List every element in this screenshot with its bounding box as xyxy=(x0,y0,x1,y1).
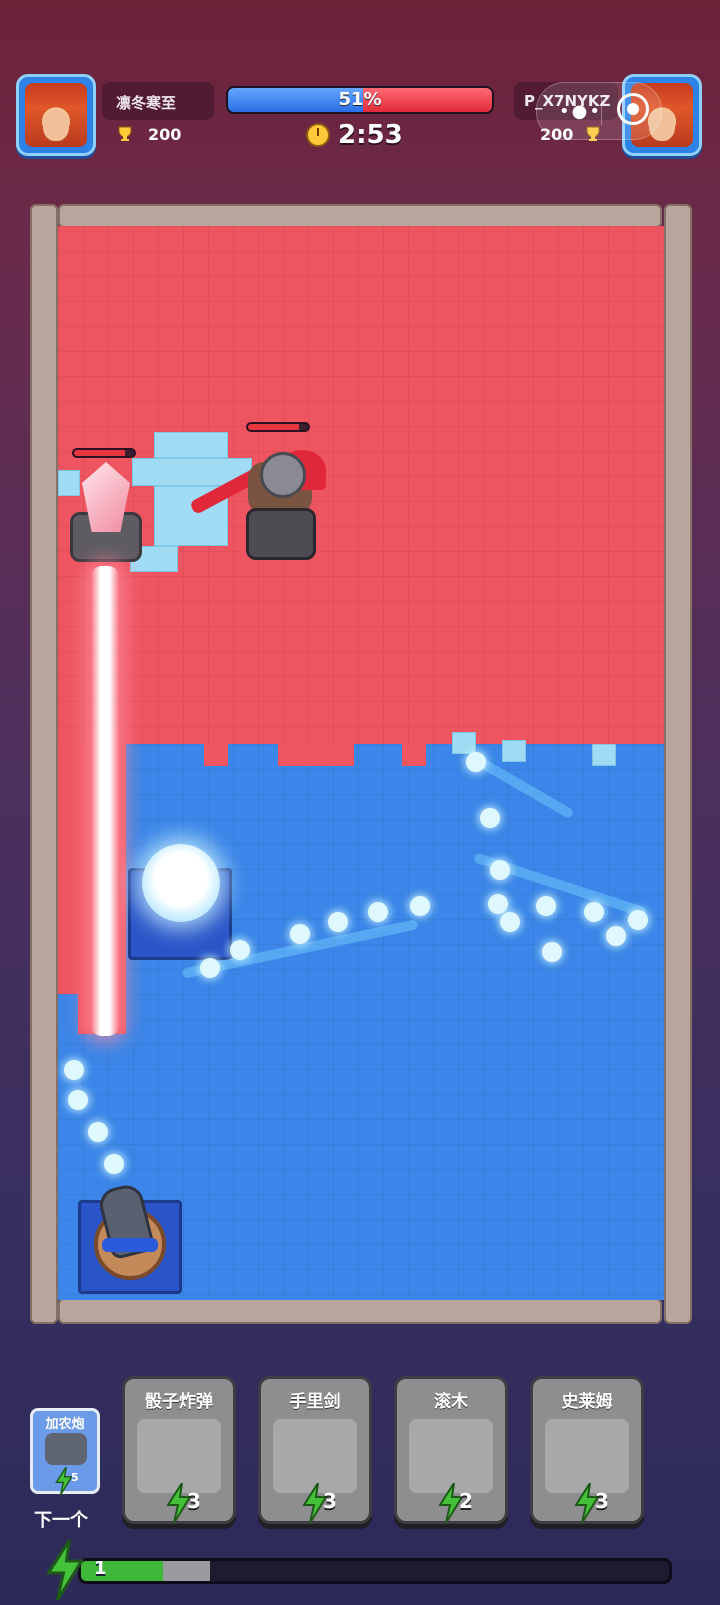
cannon-card-icon xyxy=(45,1433,87,1465)
card-slot-4[interactable]: 史莱姆 3 xyxy=(530,1376,644,1524)
projectile xyxy=(104,1154,124,1174)
red-edge-tile xyxy=(58,744,78,994)
card-name: 手里剑 xyxy=(289,1392,341,1412)
territory-progress-bar: 51% xyxy=(226,86,494,114)
elixir-bar xyxy=(78,1558,672,1584)
projectile xyxy=(536,896,556,916)
projectile xyxy=(290,924,310,944)
arena-wall-top xyxy=(58,204,662,228)
projectile xyxy=(584,902,604,922)
lightning-bolt-icon xyxy=(45,1540,85,1600)
player-name-left: 凛冬寒至 xyxy=(116,94,177,112)
capsule-divider xyxy=(601,97,602,125)
cannon-band xyxy=(102,1238,158,1252)
projectile xyxy=(490,860,510,880)
arena-wall-bottom xyxy=(58,1298,662,1324)
projectile xyxy=(88,1122,108,1142)
tower-health-bar xyxy=(72,448,136,458)
more-dots-icon[interactable]: •●• xyxy=(559,101,602,122)
projectile xyxy=(628,910,648,930)
card-slot-3[interactable]: 滚木 2 xyxy=(394,1376,508,1524)
slime-icon xyxy=(545,1419,629,1493)
trophy-count-left: 200 xyxy=(148,125,182,144)
card-name: 滚木 xyxy=(434,1392,468,1412)
projectile xyxy=(68,1090,88,1110)
next-card-cost: 5 xyxy=(71,1471,79,1484)
projectile xyxy=(200,958,220,978)
projectile xyxy=(410,896,430,916)
projectile xyxy=(606,926,626,946)
captured-tile xyxy=(154,432,228,458)
hero-portrait-icon xyxy=(25,83,87,147)
red-edge-tile xyxy=(278,744,354,766)
projectile xyxy=(488,894,508,914)
trophy-icon xyxy=(118,126,132,141)
laser-beam xyxy=(90,566,120,1036)
projectile xyxy=(64,1060,84,1080)
knight-health-bar xyxy=(246,422,310,432)
battle-field[interactable] xyxy=(58,226,664,1300)
knight-helmet-icon xyxy=(260,452,306,498)
match-timer: 2:53 xyxy=(338,120,403,150)
projectile xyxy=(480,808,500,828)
projectile xyxy=(542,942,562,962)
territory-percent: 51% xyxy=(338,89,382,110)
elixir-count: 1 xyxy=(94,1558,107,1579)
elixir-charging xyxy=(163,1561,210,1581)
captured-tile xyxy=(592,744,616,766)
arena-wall-right xyxy=(664,204,692,1324)
projectile xyxy=(230,940,250,960)
player-avatar-left[interactable] xyxy=(16,74,96,156)
card-cost: 3 xyxy=(595,1489,609,1513)
captured-tile xyxy=(58,470,80,496)
log-icon xyxy=(409,1419,493,1493)
energy-orb-icon xyxy=(142,844,220,922)
projectile xyxy=(466,752,486,772)
card-cost: 3 xyxy=(187,1489,201,1513)
arena-wall-left xyxy=(30,204,58,1324)
stopwatch-icon xyxy=(306,123,330,147)
card-slot-1[interactable]: 骰子炸弹 3 xyxy=(122,1376,236,1524)
dice-icon xyxy=(137,1419,221,1493)
record-target-icon[interactable] xyxy=(617,93,649,125)
shield-icon xyxy=(246,508,316,560)
projectile xyxy=(368,902,388,922)
card-cost: 2 xyxy=(459,1489,473,1513)
mini-program-capsule: •●• xyxy=(536,82,662,140)
next-card-label: 下一个 xyxy=(34,1510,88,1531)
red-edge-tile xyxy=(402,744,426,766)
card-name: 骰子炸弹 xyxy=(145,1392,213,1412)
card-cost: 3 xyxy=(323,1489,337,1513)
captured-tile xyxy=(452,732,476,754)
next-card: 加农炮 5 xyxy=(30,1408,100,1495)
red-edge-tile xyxy=(204,744,228,766)
captured-tile xyxy=(502,740,526,762)
shuriken-icon xyxy=(273,1419,357,1493)
projectile xyxy=(500,912,520,932)
next-card-name: 加农炮 xyxy=(45,1417,85,1432)
card-name: 史莱姆 xyxy=(561,1392,613,1412)
card-slot-2[interactable]: 手里剑 3 xyxy=(258,1376,372,1524)
projectile xyxy=(328,912,348,932)
